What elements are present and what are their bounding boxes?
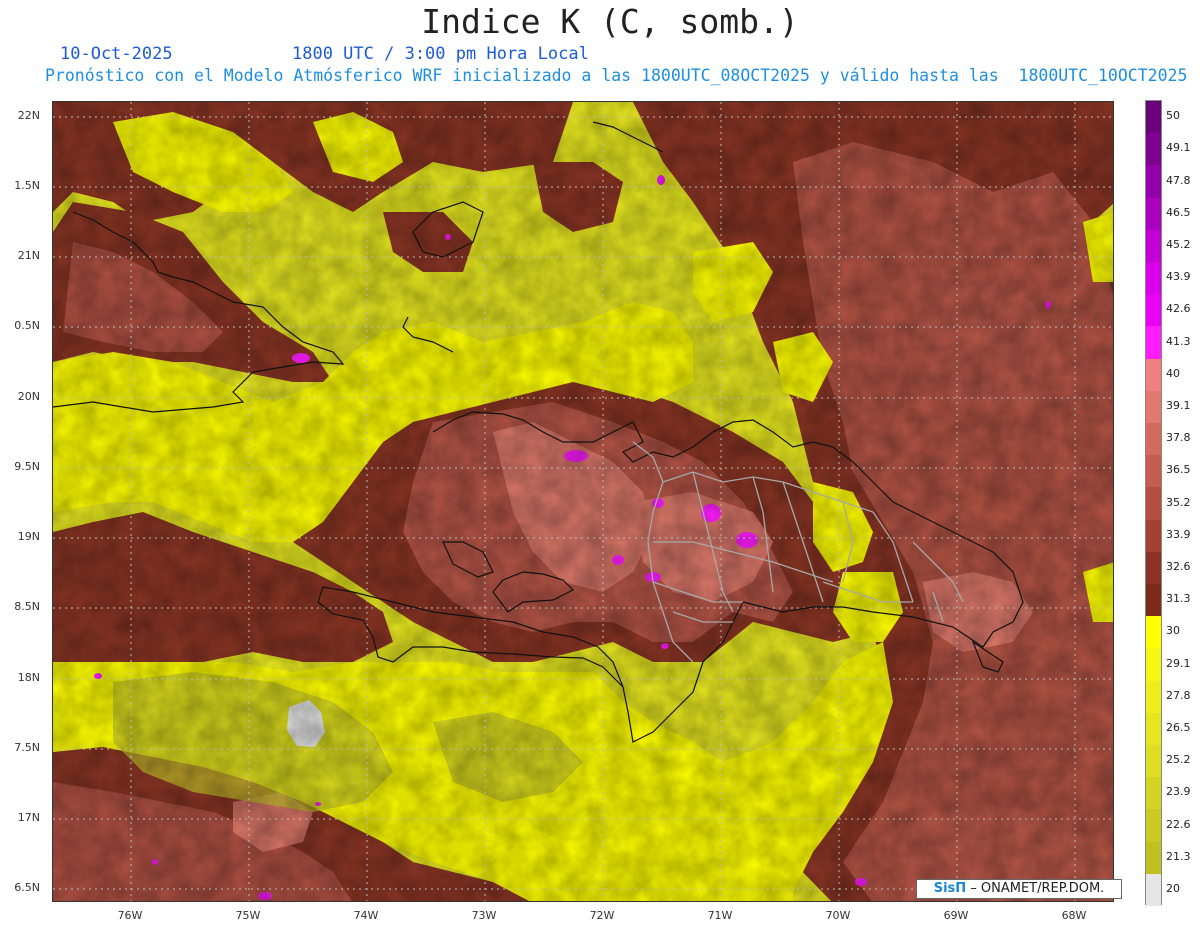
legend-label: 50 — [1166, 109, 1180, 123]
lat-label: 8.5N — [14, 600, 40, 613]
legend-label: 29.1 — [1166, 656, 1191, 670]
legend-label: 22.6 — [1166, 817, 1191, 831]
sispi-logo: SisΠ — [933, 881, 967, 896]
legend-label: 40 — [1166, 366, 1180, 380]
legend-swatch — [1146, 294, 1161, 327]
legend-label: 37.8 — [1166, 431, 1191, 445]
color-scale-bar — [1145, 100, 1162, 907]
legend-swatch — [1146, 101, 1161, 134]
legend-swatch — [1146, 358, 1161, 392]
texture-overlay — [53, 102, 1113, 901]
legend-swatch — [1146, 487, 1161, 521]
legend-swatch — [1146, 809, 1161, 843]
lon-label: 69W — [943, 909, 969, 922]
legend-label: 20 — [1166, 881, 1180, 895]
legend-swatch — [1146, 390, 1161, 424]
lon-label: 71W — [707, 909, 733, 922]
legend-swatch — [1146, 648, 1161, 682]
legend-swatch — [1146, 326, 1161, 360]
legend-swatch — [1146, 133, 1161, 166]
lat-label: 20N — [17, 390, 40, 403]
legend-label: 33.9 — [1166, 527, 1191, 541]
map-frame — [52, 101, 1114, 902]
legend-swatch — [1146, 777, 1161, 810]
legend-label: 41.3 — [1166, 334, 1191, 348]
legend-swatch — [1146, 262, 1161, 295]
lon-label: 72W — [589, 909, 615, 922]
lon-label: 70W — [825, 909, 851, 922]
lat-label: 17N — [17, 811, 40, 824]
legend-swatch — [1146, 197, 1161, 231]
model-info: Pronóstico con el Modelo Atmósferico WRF… — [45, 66, 1188, 85]
legend-label: 47.8 — [1166, 173, 1191, 187]
lat-label: 18N — [17, 671, 40, 684]
legend-label: 43.9 — [1166, 270, 1191, 284]
legend-label: 30 — [1166, 624, 1180, 638]
legend-label: 26.5 — [1166, 720, 1191, 734]
lon-label: 75W — [235, 909, 261, 922]
legend-swatch — [1146, 423, 1161, 456]
legend-label: 25.2 — [1166, 753, 1191, 767]
legend-label: 36.5 — [1166, 463, 1191, 477]
lat-label: 21N — [17, 249, 40, 262]
legend-swatch — [1146, 616, 1161, 649]
map-title: Indice K (C, somb.) — [421, 2, 799, 41]
lat-label: 6.5N — [14, 881, 40, 894]
legend-swatch — [1146, 551, 1161, 585]
legend-label: 39.1 — [1166, 398, 1191, 412]
legend-label: 31.3 — [1166, 592, 1191, 606]
legend-label: 23.9 — [1166, 785, 1191, 799]
lat-label: 9.5N — [14, 460, 40, 473]
legend-label: 21.3 — [1166, 849, 1191, 863]
legend-swatch — [1146, 229, 1161, 263]
legend-swatch — [1146, 841, 1161, 875]
forecast-time: 1800 UTC / 3:00 pm Hora Local — [292, 44, 589, 64]
legend-label: 27.8 — [1166, 688, 1191, 702]
lat-label: 22N — [17, 109, 40, 122]
legend-swatch — [1146, 165, 1161, 199]
legend-swatch — [1146, 680, 1161, 714]
forecast-date: 10-Oct-2025 — [60, 44, 173, 64]
legend-label: 45.2 — [1166, 237, 1191, 251]
legend-label: 46.5 — [1166, 205, 1191, 219]
lat-label: 0.5N — [14, 319, 40, 332]
legend-label: 32.6 — [1166, 559, 1191, 573]
legend-swatch — [1146, 873, 1161, 907]
legend-swatch — [1146, 584, 1161, 617]
legend-swatch — [1146, 712, 1161, 746]
legend-swatch — [1146, 519, 1161, 553]
legend-label: 42.6 — [1166, 302, 1191, 316]
lon-label: 68W — [1061, 909, 1087, 922]
lat-label: 19N — [17, 530, 40, 543]
legend-label: 49.1 — [1166, 141, 1191, 155]
lat-label: 1.5N — [14, 179, 40, 192]
legend-label: 35.2 — [1166, 495, 1191, 509]
lat-label: 7.5N — [14, 741, 40, 754]
credit-text: – ONAMET/REP.DOM. — [966, 881, 1105, 896]
credit-box: SisΠ – ONAMET/REP.DOM. — [916, 879, 1122, 899]
lon-label: 74W — [353, 909, 379, 922]
k-index-map — [53, 102, 1113, 901]
legend-swatch — [1146, 745, 1161, 778]
legend-swatch — [1146, 455, 1161, 488]
lon-label: 76W — [117, 909, 143, 922]
lon-label: 73W — [471, 909, 497, 922]
